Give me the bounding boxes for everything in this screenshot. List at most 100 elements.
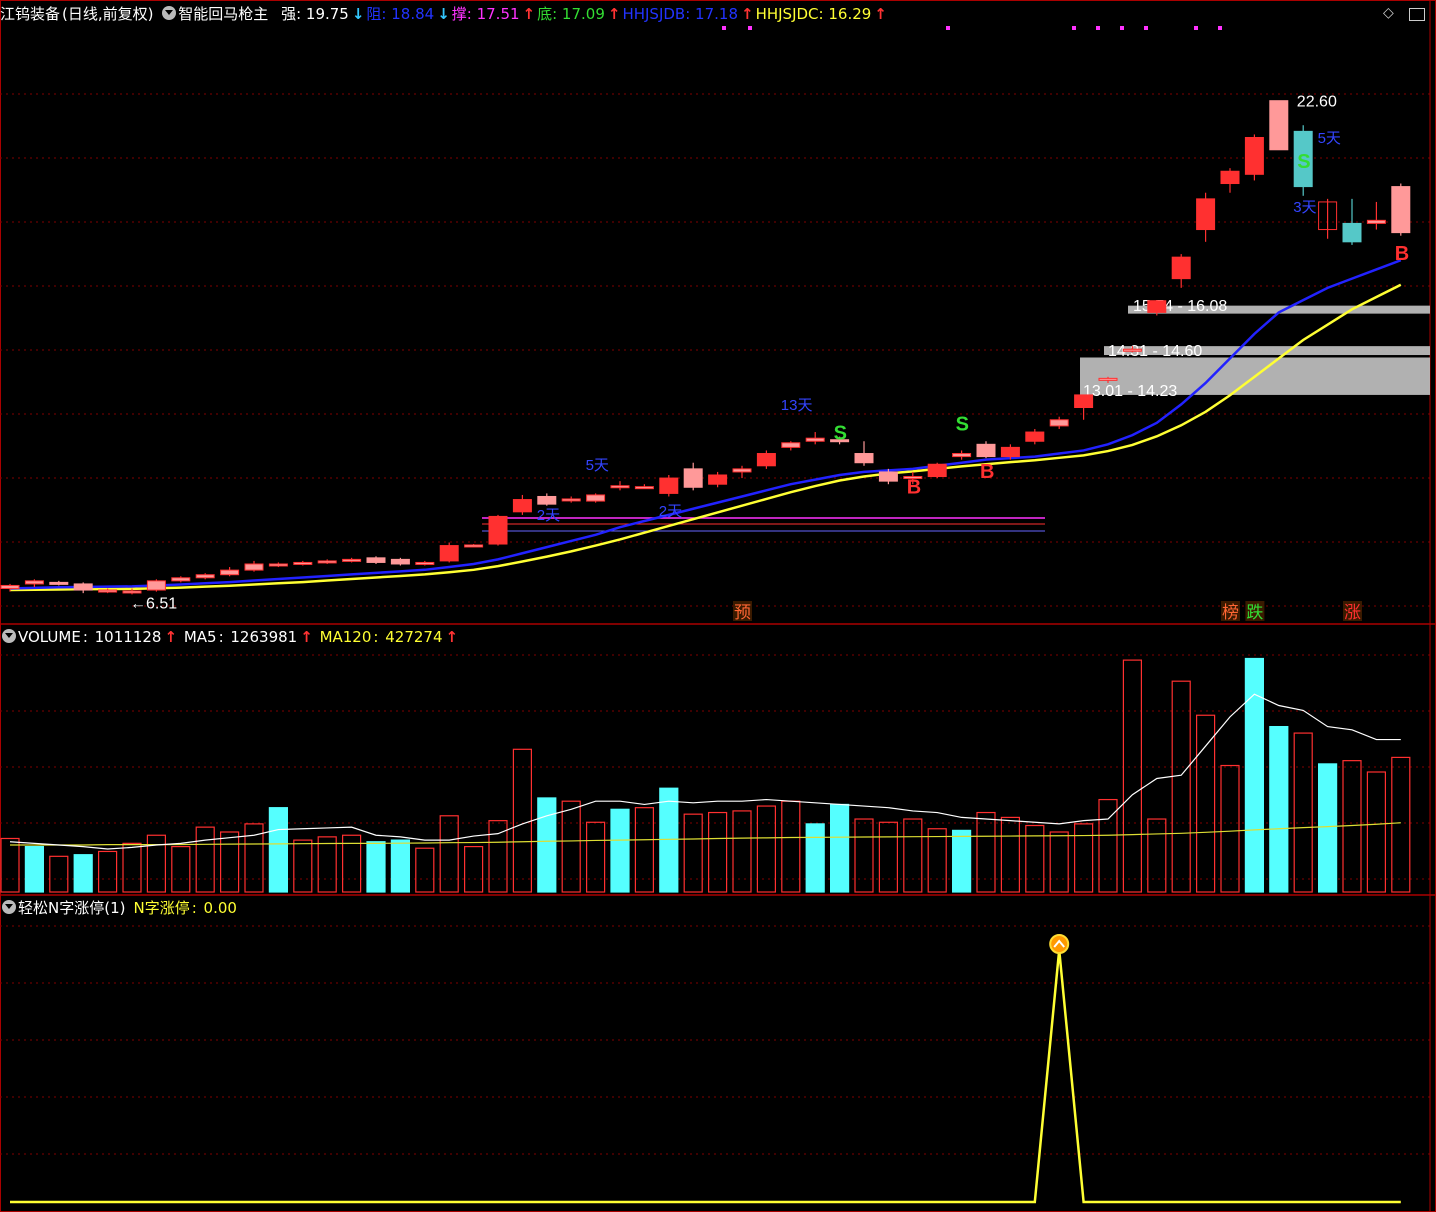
volume-bar bbox=[1122, 659, 1143, 893]
candle-body bbox=[634, 486, 654, 490]
candle-body bbox=[0, 584, 20, 590]
volume-bar bbox=[1000, 816, 1021, 893]
volume-bar bbox=[464, 845, 484, 893]
support-band-label-1: 14.31 - 14.60 bbox=[1108, 343, 1202, 360]
volume-bar bbox=[268, 807, 288, 893]
restore-icon[interactable] bbox=[1409, 8, 1425, 21]
indicator-value-4: HHJSJDB: 17.18 bbox=[622, 5, 738, 23]
volume-bar bbox=[220, 831, 240, 893]
volume-bar bbox=[781, 800, 801, 893]
marker-3: 涨 bbox=[1344, 603, 1361, 623]
volume-bar bbox=[1366, 771, 1387, 893]
candle-body bbox=[1244, 137, 1264, 175]
volume-bar bbox=[317, 836, 337, 893]
volume-bar bbox=[878, 821, 899, 893]
volume-bar bbox=[293, 839, 313, 893]
candle-body bbox=[171, 577, 191, 582]
indicator-arrow-4: ↑ bbox=[741, 5, 754, 23]
ma5-label: MA5 bbox=[183, 628, 217, 646]
indicator-value-3: 底: 17.09 bbox=[537, 5, 605, 23]
indicator2-menu-icon[interactable] bbox=[2, 899, 16, 914]
volume-bar bbox=[439, 815, 459, 893]
diamond-icon[interactable]: ◇ bbox=[1383, 5, 1394, 21]
volume-bar bbox=[49, 855, 69, 893]
volume-bar bbox=[659, 787, 679, 893]
candle-body bbox=[98, 589, 118, 593]
indicator-value-2: 撑: 17.51 bbox=[451, 5, 520, 23]
volume-bar bbox=[854, 818, 874, 893]
indicator-arrow-2: ↑ bbox=[522, 5, 536, 23]
candle-body bbox=[1025, 431, 1045, 442]
volume-bar bbox=[1293, 732, 1313, 893]
signal-b-4: B bbox=[980, 461, 994, 483]
volume-menu-icon[interactable] bbox=[2, 628, 16, 643]
volume-bar bbox=[1391, 756, 1411, 893]
candle-body bbox=[732, 468, 752, 473]
volume-bar bbox=[171, 845, 191, 893]
chart-canvas[interactable]: 15.74 - 16.08 14.31 - 14.60 13.01 - 14.23 2… bbox=[0, 0, 1436, 1212]
candle-body bbox=[1391, 186, 1411, 234]
indicator-name[interactable]: 智能回马枪主 bbox=[178, 5, 268, 23]
candle-body bbox=[512, 499, 532, 513]
ma120-label: MA120 bbox=[319, 628, 372, 646]
indicator2-name[interactable]: 轻松N字涨停(1) bbox=[18, 899, 125, 917]
volume-bar bbox=[24, 845, 44, 893]
ma5-arrow: ↑ bbox=[300, 628, 313, 646]
indicator-arrow-1: ↓ bbox=[437, 5, 450, 23]
candle-body bbox=[390, 558, 410, 565]
candle-body bbox=[293, 561, 313, 565]
candle-body bbox=[952, 453, 972, 458]
volume-bar bbox=[903, 818, 923, 893]
candle-body bbox=[1074, 394, 1094, 408]
volume-bar bbox=[927, 828, 947, 893]
candle-body bbox=[781, 442, 801, 448]
candle-body bbox=[976, 443, 996, 458]
candle-body bbox=[586, 494, 606, 502]
volume-bar bbox=[829, 803, 850, 893]
candle-body bbox=[488, 515, 508, 545]
signal-s-2: S bbox=[1297, 151, 1310, 173]
candle-body bbox=[1000, 446, 1020, 458]
indicator-arrow-5: ↑ bbox=[874, 5, 887, 23]
volume-bar bbox=[146, 834, 166, 893]
peak-marker-icon bbox=[1049, 934, 1070, 954]
candle-body bbox=[49, 581, 69, 585]
indicator2-value: 0.00 bbox=[203, 899, 237, 917]
volume-bar bbox=[537, 797, 557, 893]
volume-bar bbox=[390, 839, 410, 893]
top-dot-5 bbox=[1120, 26, 1124, 30]
outer-frame bbox=[0, 0, 1436, 1212]
volume-bar bbox=[73, 854, 93, 893]
volume-bar bbox=[415, 847, 435, 893]
volume-bar bbox=[1317, 763, 1338, 893]
candle-body bbox=[1049, 419, 1069, 427]
indicator2-label: N字涨停 bbox=[133, 899, 190, 917]
period-label: (日线,前复权) bbox=[62, 5, 154, 23]
price-annotation-0: 22.60 bbox=[1297, 94, 1337, 111]
indicator-menu-icon[interactable] bbox=[162, 5, 177, 20]
volume-bar bbox=[366, 841, 386, 893]
day-label-5: 3天 bbox=[1293, 199, 1316, 216]
candle-body bbox=[1269, 100, 1289, 151]
main-chart-header: 江钨装备 (日线,前复权) 智能回马枪主 强: 19.75 ↓ 阻: 18.84 ↓ 撑:… bbox=[0, 3, 891, 25]
candle-body bbox=[268, 563, 288, 567]
candle-body bbox=[220, 569, 240, 576]
candle-body bbox=[122, 590, 142, 594]
indicator-values: 强: 19.75 ↓ 阻: 18.84 ↓ 撑: 17.51 ↑ 底: 17.09 ↑ HHJS… bbox=[281, 5, 889, 23]
stock-name: 江钨装备 bbox=[0, 5, 61, 23]
candle-body bbox=[927, 463, 947, 478]
top-dot-7 bbox=[1194, 26, 1198, 30]
candle-body bbox=[1147, 300, 1167, 313]
volume-bar bbox=[1049, 831, 1069, 893]
candle-body bbox=[805, 437, 825, 442]
candle-body bbox=[854, 453, 874, 464]
indicator-value-5: HHJSJDC: 16.29 bbox=[755, 5, 872, 23]
volume-bar bbox=[1147, 818, 1167, 893]
day-label-4: 5天 bbox=[1318, 130, 1341, 147]
volume-bar bbox=[707, 811, 728, 893]
candle-body bbox=[439, 545, 459, 562]
candle-body bbox=[1171, 256, 1191, 280]
top-dot-8 bbox=[1218, 26, 1222, 30]
volume-bar bbox=[1073, 823, 1094, 893]
ma5-value: 1263981 bbox=[230, 628, 298, 646]
